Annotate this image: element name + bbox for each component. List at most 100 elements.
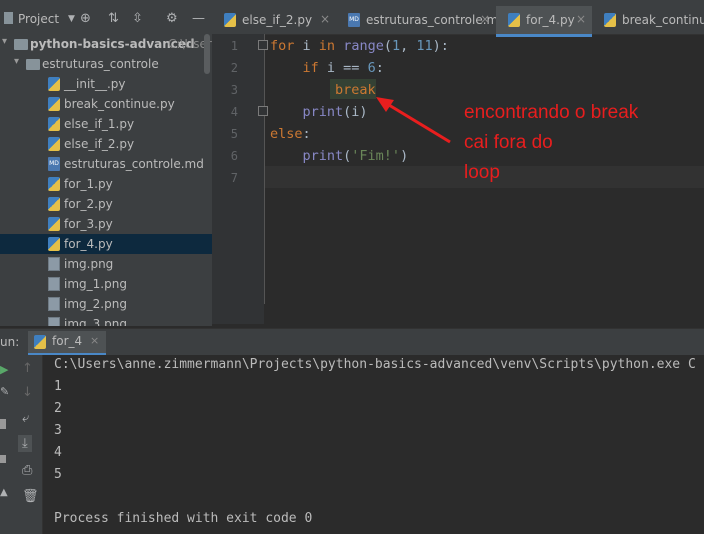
tree-item[interactable]: for_4.py [0, 234, 212, 254]
code-line[interactable]: if i == 6: [270, 60, 384, 76]
tree-item[interactable]: else_if_2.py [0, 134, 212, 154]
tree-item[interactable]: for_3.py [0, 214, 212, 234]
markdown-file-icon: MD [48, 157, 60, 171]
gear-icon[interactable]: ⚙ [166, 11, 178, 26]
image-file-icon [48, 297, 60, 311]
scroll-to-end-icon[interactable]: ⤓ [18, 435, 32, 452]
tree-item-label: img.png [64, 257, 114, 271]
tree-item-label: for_1.py [64, 177, 113, 191]
tab-label: break_continue.p [622, 13, 704, 27]
tree-item-label: else_if_2.py [64, 137, 135, 151]
console-line: C:\Users\anne.zimmermann\Projects\python… [54, 357, 696, 372]
fold-marker-icon[interactable] [258, 106, 268, 116]
console-output[interactable]: C:\Users\anne.zimmermann\Projects\python… [43, 355, 704, 534]
tree-item[interactable]: ▾ estruturas_controle [0, 54, 212, 74]
tree-item[interactable]: img.png [0, 254, 212, 274]
line-number: 5 [230, 127, 238, 141]
chevron-down-icon[interactable]: ▾ [14, 56, 19, 67]
code-line[interactable]: break [270, 82, 376, 98]
code-token: else [270, 126, 303, 142]
tree-item[interactable]: img_3.png [0, 314, 212, 326]
project-panel-header: Project ▼ ⊕ ⇅ ⇳ ⚙ — [0, 6, 212, 35]
console-line: 1 [54, 379, 62, 394]
code-token: i [294, 38, 319, 54]
tree-item[interactable]: img_2.png [0, 294, 212, 314]
annotation-line: cai fora do [464, 132, 553, 153]
code-line[interactable]: else: [270, 126, 311, 142]
tree-item[interactable]: img_1.png [0, 274, 212, 294]
run-tab-label: for_4 [52, 334, 83, 348]
annotation-text: encontrando o break cai fora do loop [464, 98, 704, 188]
tree-item[interactable]: break_continue.py [0, 94, 212, 114]
run-panel-label: un: [0, 335, 20, 349]
close-icon[interactable]: × [576, 12, 586, 26]
line-number: 3 [230, 83, 238, 97]
code-line[interactable]: for i in range(1, 11): [270, 38, 449, 54]
code-token: : [302, 126, 311, 142]
python-file-icon [224, 13, 236, 27]
editor-tab-bar: else_if_2.py × MD estruturas_controle.md… [212, 6, 704, 37]
tree-item[interactable]: else_if_1.py [0, 114, 212, 134]
code-token: 6 [367, 60, 376, 76]
close-icon[interactable]: × [90, 334, 99, 347]
code-token: , [400, 38, 417, 54]
python-file-icon [48, 177, 60, 191]
locate-file-icon[interactable]: ⊕ [80, 11, 91, 26]
rerun-icon[interactable]: ▶ [0, 363, 8, 376]
markdown-file-icon: MD [348, 13, 360, 27]
run-tab-for-4[interactable]: for_4 × [28, 331, 106, 355]
tree-item[interactable]: MD estruturas_controle.md [0, 154, 212, 174]
code-line[interactable]: print('Fim!') [270, 148, 409, 164]
tree-item-label: __init__.py [64, 77, 126, 91]
expand-all-icon[interactable]: ⇅ [108, 11, 119, 26]
tree-item[interactable]: __init__.py [0, 74, 212, 94]
project-panel-title[interactable]: Project [18, 12, 59, 26]
code-token: (i) [343, 104, 368, 120]
python-file-icon [48, 137, 60, 151]
tree-scrollbar[interactable] [204, 34, 210, 74]
tab-break-continue[interactable]: break_continue.p [592, 6, 704, 34]
pin-icon[interactable]: ▲ [0, 487, 8, 498]
layout-icon[interactable] [0, 455, 6, 463]
down-arrow-icon[interactable]: ↓ [22, 385, 33, 400]
print-icon[interactable]: ⎙ [22, 463, 32, 478]
tab-else-if-2[interactable]: else_if_2.py × [212, 6, 336, 34]
collapse-all-icon[interactable]: ⇳ [132, 11, 143, 26]
hide-panel-icon[interactable]: — [192, 11, 205, 26]
stop-icon[interactable] [0, 419, 6, 429]
tab-for-4[interactable]: for_4.py × [496, 6, 592, 37]
tree-item-label: else_if_1.py [64, 117, 135, 131]
tree-item[interactable]: ▾python-basics-advancedC:\Users [0, 34, 212, 54]
project-dropdown-chevron-icon[interactable]: ▼ [68, 14, 75, 24]
code-token: 'Fim!' [351, 148, 401, 164]
trash-icon[interactable]: 🗑 [22, 489, 39, 504]
code-token: 11 [416, 38, 433, 54]
tree-item[interactable]: for_2.py [0, 194, 212, 214]
close-icon[interactable]: × [480, 12, 490, 26]
chevron-down-icon[interactable]: ▾ [2, 36, 7, 47]
code-line[interactable]: print(i) [270, 104, 368, 120]
up-arrow-icon[interactable]: ↑ [22, 361, 33, 376]
tree-item[interactable]: for_1.py [0, 174, 212, 194]
run-console-toolbar: ↑ ↓ ⤶ ⤓ ⎙ 🗑 [14, 355, 43, 534]
line-number: 2 [230, 61, 238, 75]
soft-wrap-icon[interactable]: ⤶ [22, 411, 29, 426]
run-panel-header: un: for_4 × [0, 328, 704, 355]
image-file-icon [48, 277, 60, 291]
code-token: ): [432, 38, 449, 54]
code-token: if [302, 60, 319, 76]
wrench-icon[interactable]: ✎ [0, 385, 9, 398]
code-token: for [270, 38, 295, 54]
close-icon[interactable]: × [320, 12, 330, 26]
code-token: in [318, 38, 336, 54]
fold-marker-icon[interactable] [258, 40, 268, 50]
tree-item-label: for_3.py [64, 217, 113, 231]
folder-icon [14, 39, 28, 50]
annotation-arrow-icon [376, 97, 451, 144]
tab-estruturas-controle-md[interactable]: MD estruturas_controle.md × [336, 6, 506, 34]
image-file-icon [48, 257, 60, 271]
